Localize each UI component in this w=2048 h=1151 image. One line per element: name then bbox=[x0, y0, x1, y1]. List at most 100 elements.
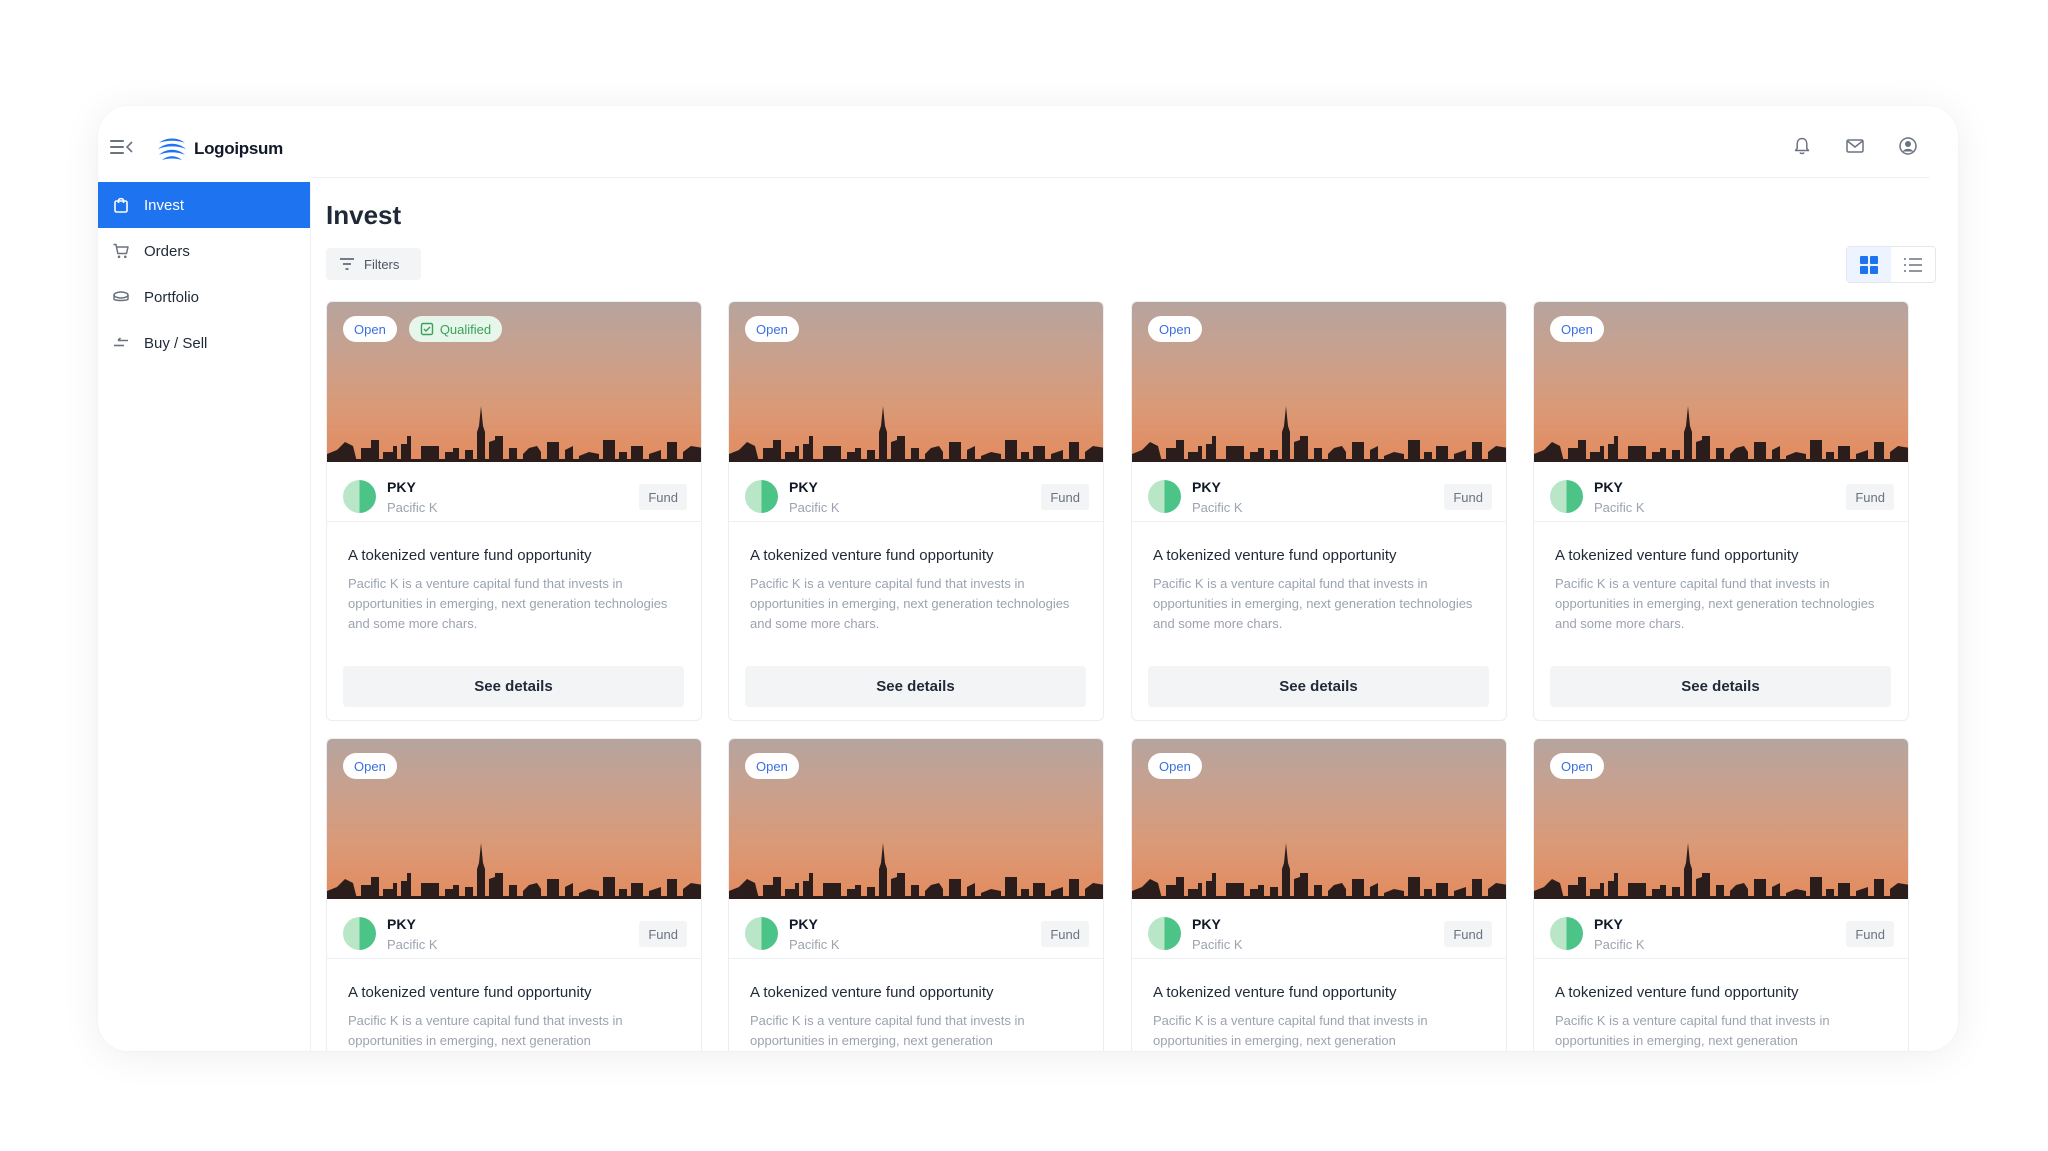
status-badge-open: Open bbox=[745, 316, 799, 342]
coins-icon bbox=[113, 291, 129, 302]
status-badge-open: Open bbox=[343, 316, 397, 342]
card-description: Pacific K is a venture capital fund that… bbox=[750, 576, 1070, 631]
status-badges: Open bbox=[1148, 753, 1202, 779]
city-skyline-image bbox=[327, 406, 701, 462]
token-avatar-icon bbox=[343, 480, 376, 513]
asset-type-tag: Fund bbox=[1444, 484, 1492, 510]
main-content: Invest Filters Open Qualified PKY Pacifi… bbox=[326, 178, 1936, 1051]
card-cover-image: Open bbox=[729, 302, 1103, 462]
grid-view-button[interactable] bbox=[1847, 247, 1891, 282]
fund-card: Open Qualified PKY Pacific K Fund A toke… bbox=[326, 301, 702, 721]
token-avatar-icon bbox=[745, 480, 778, 513]
card-token-row: PKY Pacific K Fund bbox=[327, 462, 701, 522]
token-issuer: Pacific K bbox=[387, 937, 438, 952]
card-title: A tokenized venture fund opportunity bbox=[1153, 984, 1397, 1001]
qualified-badge-label: Qualified bbox=[439, 321, 492, 337]
card-title: A tokenized venture fund opportunity bbox=[1153, 547, 1397, 564]
card-description: Pacific K is a venture capital fund that… bbox=[1555, 1013, 1830, 1048]
city-skyline-image bbox=[1534, 843, 1908, 899]
card-cover-image: Open bbox=[1132, 302, 1506, 462]
bell-icon[interactable] bbox=[1792, 136, 1812, 156]
see-details-button[interactable]: See details bbox=[1148, 666, 1489, 707]
token-ticker: PKY bbox=[1594, 479, 1623, 495]
city-skyline-image bbox=[1132, 843, 1506, 899]
token-ticker: PKY bbox=[387, 916, 416, 932]
city-skyline-image bbox=[1132, 406, 1506, 462]
card-token-row: PKY Pacific K Fund bbox=[729, 899, 1103, 959]
page-title: Invest bbox=[326, 200, 402, 230]
list-icon bbox=[1904, 257, 1922, 272]
status-badges: Open bbox=[1148, 316, 1202, 342]
see-details-button[interactable]: See details bbox=[745, 666, 1086, 707]
status-badge-open: Open bbox=[1550, 753, 1604, 779]
sidebar-item-label: Orders bbox=[144, 242, 190, 260]
token-ticker: PKY bbox=[789, 479, 818, 495]
asset-type-tag: Fund bbox=[1846, 484, 1894, 510]
token-issuer: Pacific K bbox=[789, 937, 840, 952]
user-circle-icon[interactable] bbox=[1898, 136, 1918, 156]
qualified-badge: Qualified bbox=[408, 316, 503, 342]
card-title: A tokenized venture fund opportunity bbox=[750, 547, 994, 564]
card-title: A tokenized venture fund opportunity bbox=[1555, 984, 1799, 1001]
sidebar-item-label: Portfolio bbox=[144, 288, 200, 306]
fund-card: Open PKY Pacific K Fund A tokenized vent… bbox=[728, 301, 1104, 721]
card-token-row: PKY Pacific K Fund bbox=[1534, 899, 1908, 959]
city-skyline-image bbox=[1534, 406, 1908, 462]
card-cover-image: Open bbox=[729, 739, 1103, 899]
token-issuer: Pacific K bbox=[1192, 937, 1243, 952]
token-avatar-icon bbox=[1148, 917, 1181, 950]
token-issuer: Pacific K bbox=[1594, 500, 1645, 515]
view-toggle bbox=[1846, 246, 1936, 283]
asset-type-tag: Fund bbox=[1846, 921, 1894, 947]
clipboard-check-icon bbox=[420, 322, 434, 336]
status-badges: Open Qualified bbox=[343, 316, 503, 342]
status-badge-open: Open bbox=[343, 753, 397, 779]
token-ticker: PKY bbox=[1192, 916, 1221, 932]
card-token-row: PKY Pacific K Fund bbox=[729, 462, 1103, 522]
card-cover-image: Open bbox=[1534, 302, 1908, 462]
filter-icon bbox=[340, 258, 354, 270]
list-view-button[interactable] bbox=[1891, 247, 1935, 282]
top-bar: Logoipsum bbox=[98, 106, 1958, 178]
card-title: A tokenized venture fund opportunity bbox=[348, 547, 592, 564]
card-description: Pacific K is a venture capital fund that… bbox=[1153, 576, 1473, 631]
grid-icon bbox=[1860, 255, 1878, 274]
card-cover-image: Open bbox=[327, 739, 701, 899]
token-avatar-icon bbox=[1148, 480, 1181, 513]
filters-button[interactable]: Filters bbox=[326, 248, 421, 280]
screenshot-stage: Logoipsum Invest Orders Portfolio Buy / … bbox=[0, 0, 2048, 1151]
see-details-button[interactable]: See details bbox=[1550, 666, 1891, 707]
status-badge-open: Open bbox=[1148, 316, 1202, 342]
status-badge-open: Open bbox=[1550, 316, 1604, 342]
asset-type-tag: Fund bbox=[639, 484, 687, 510]
logo-icon bbox=[158, 138, 186, 160]
status-badge-open: Open bbox=[1148, 753, 1202, 779]
see-details-button[interactable]: See details bbox=[343, 666, 684, 707]
token-avatar-icon bbox=[343, 917, 376, 950]
status-badges: Open bbox=[1550, 316, 1604, 342]
card-cover-image: Open bbox=[1534, 739, 1908, 899]
mail-icon[interactable] bbox=[1845, 136, 1865, 156]
city-skyline-image bbox=[729, 406, 1103, 462]
card-description: Pacific K is a venture capital fund that… bbox=[348, 576, 668, 631]
token-ticker: PKY bbox=[1192, 479, 1221, 495]
asset-type-tag: Fund bbox=[1041, 921, 1089, 947]
card-title: A tokenized venture fund opportunity bbox=[348, 984, 592, 1001]
sidebar-item-buy-sell[interactable]: Buy / Sell bbox=[98, 320, 310, 366]
card-description: Pacific K is a venture capital fund that… bbox=[750, 1013, 1025, 1048]
card-token-row: PKY Pacific K Fund bbox=[327, 899, 701, 959]
token-issuer: Pacific K bbox=[789, 500, 840, 515]
sidebar-item-orders[interactable]: Orders bbox=[98, 228, 310, 274]
card-cover-image: Open Qualified bbox=[327, 302, 701, 462]
filters-label: Filters bbox=[364, 256, 400, 272]
status-badges: Open bbox=[745, 753, 799, 779]
token-avatar-icon bbox=[745, 917, 778, 950]
menu-collapse-icon[interactable] bbox=[110, 140, 134, 160]
fund-card: Open PKY Pacific K Fund A tokenized vent… bbox=[1533, 301, 1909, 721]
sidebar-item-portfolio[interactable]: Portfolio bbox=[98, 274, 310, 320]
sidebar-item-label: Invest bbox=[144, 196, 185, 214]
brand-logo[interactable]: Logoipsum bbox=[156, 133, 283, 165]
fund-card: Open PKY Pacific K Fund A tokenized vent… bbox=[728, 738, 1104, 1051]
token-avatar-icon bbox=[1550, 917, 1583, 950]
sidebar-item-invest[interactable]: Invest bbox=[98, 182, 310, 228]
